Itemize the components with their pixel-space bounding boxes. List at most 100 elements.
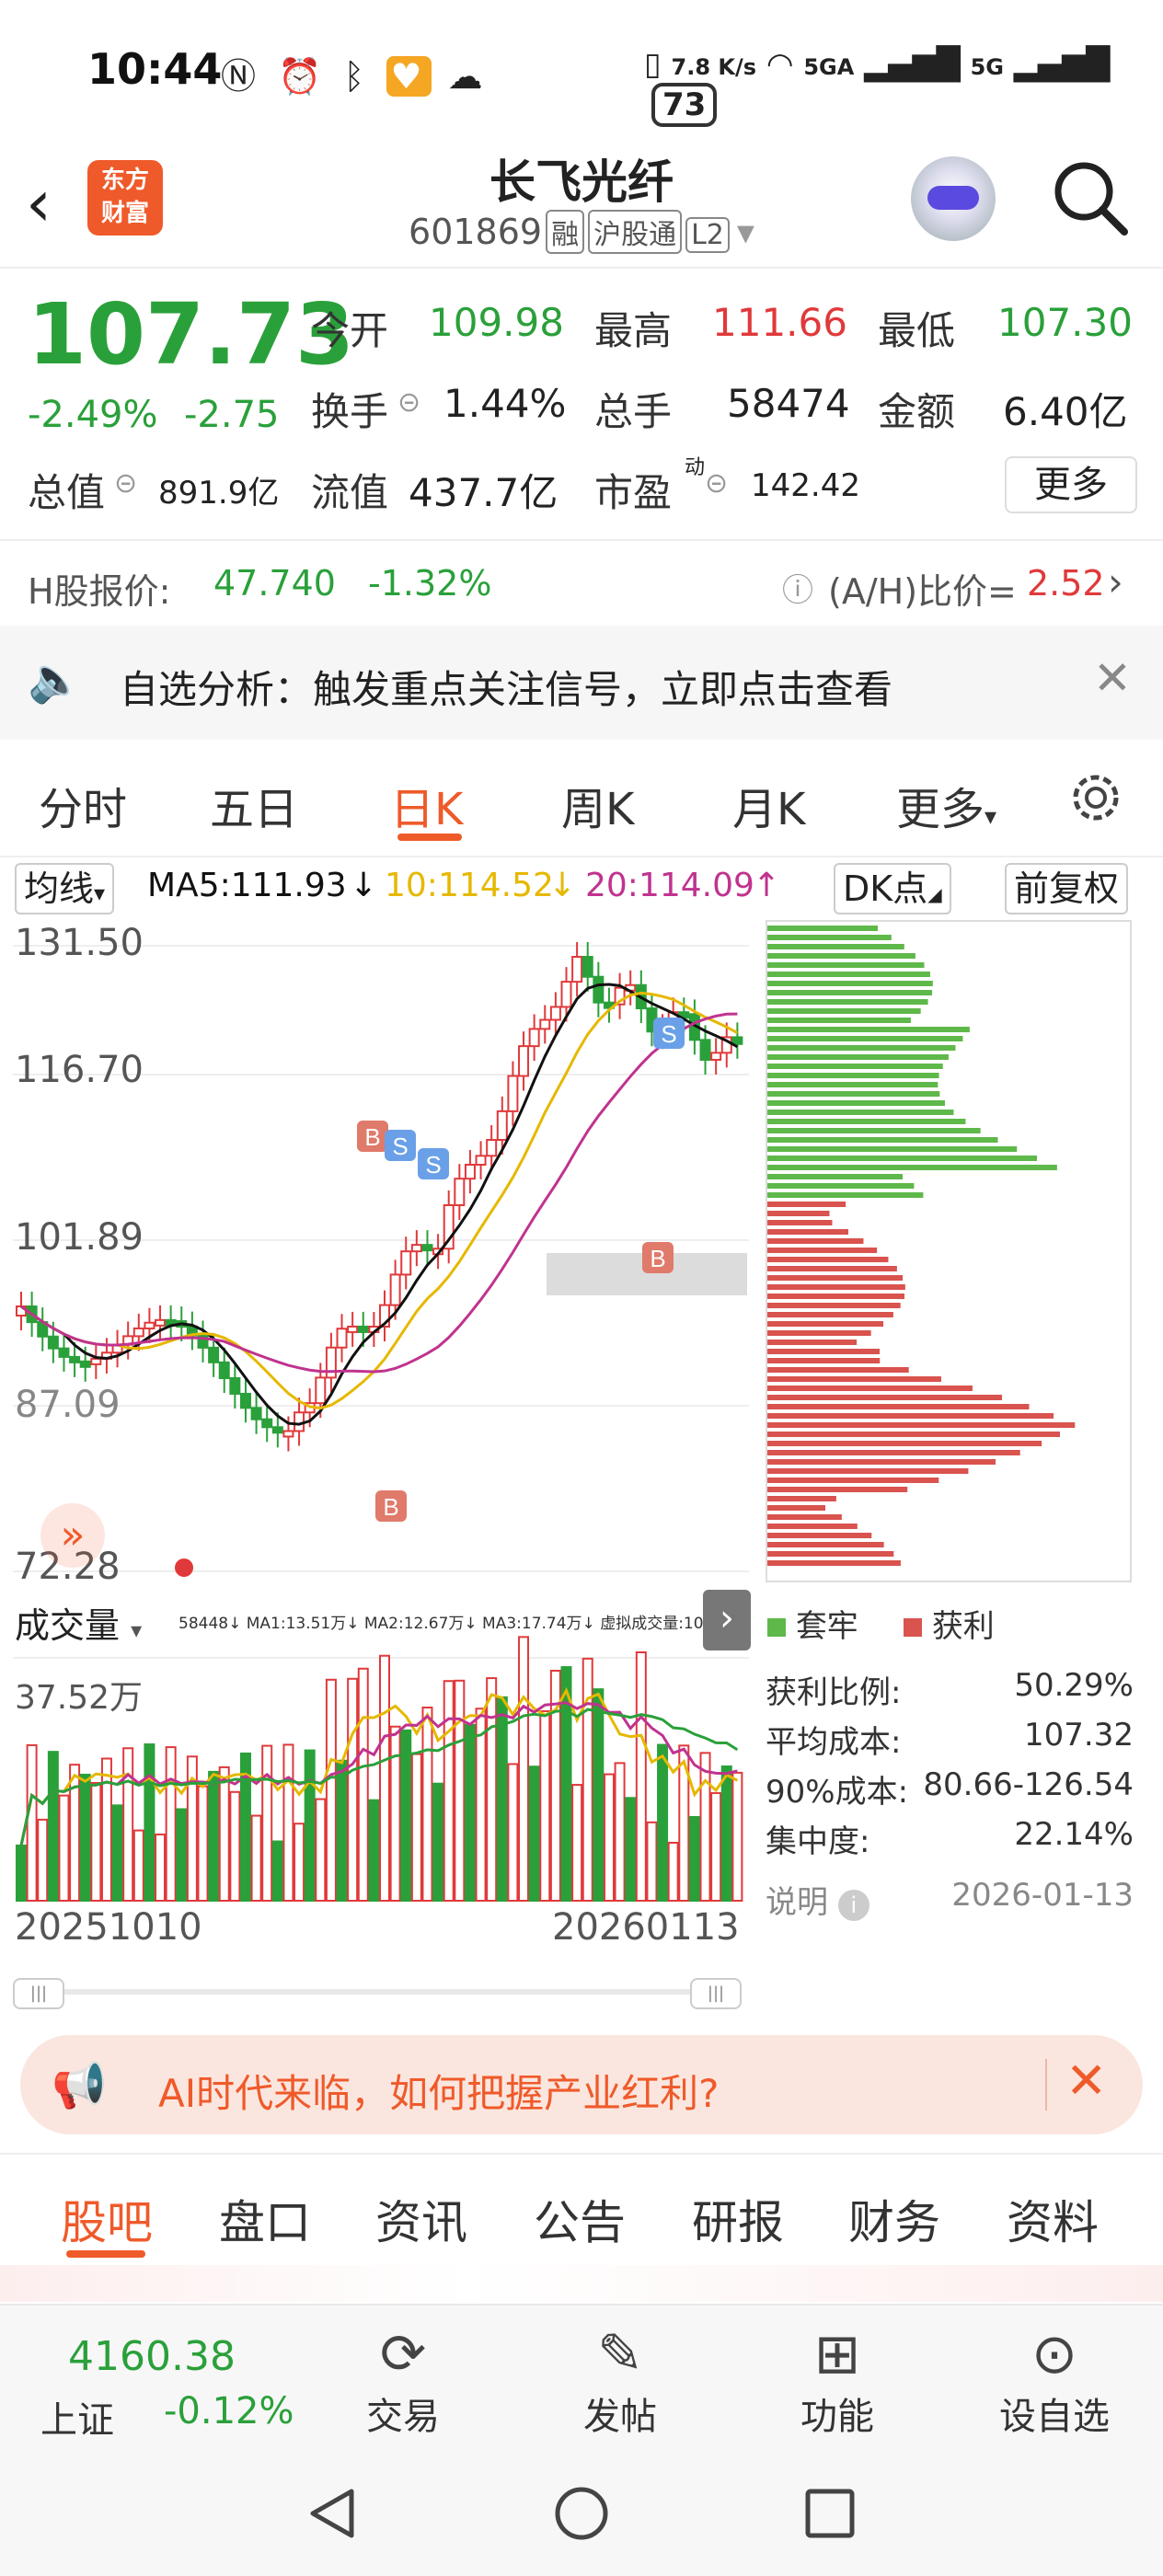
chip-bar (767, 1100, 946, 1106)
help-icon[interactable]: ⓘ (782, 565, 813, 610)
chip-bar (767, 1008, 921, 1014)
speaker-icon: 🔈 (28, 654, 83, 706)
volume-bar (625, 1797, 637, 1902)
amount-label: 金额 (878, 389, 956, 434)
tab-weekly-k[interactable]: 周K (561, 773, 634, 837)
volume-bar (325, 1678, 337, 1902)
chip-bar (767, 972, 930, 977)
candle-body (261, 1418, 273, 1429)
info-icon[interactable]: i (837, 1890, 869, 1921)
tab-5day[interactable]: 五日 (210, 773, 298, 837)
expand-arrows-icon[interactable]: » (40, 1503, 105, 1568)
functions-button[interactable]: ⊞ 功能 (764, 2322, 911, 2440)
chip-bar (767, 1202, 846, 1207)
settings-gear-icon[interactable] (1067, 769, 1124, 837)
chip-bar (767, 1073, 939, 1078)
volume-bar (197, 1785, 209, 1902)
ad-banner[interactable]: 📢 AI时代来临，如何把握产业红利? ✕ (20, 2035, 1143, 2134)
h-share-price: 47.740 (213, 563, 336, 604)
info-icon[interactable]: ⊝ (705, 467, 728, 500)
chip-bar (767, 1358, 881, 1363)
search-icon[interactable] (1049, 156, 1132, 239)
info-icon[interactable]: ⊝ (114, 467, 137, 500)
dk-button[interactable]: DK点◢ (834, 863, 951, 914)
volume-bar (16, 1845, 27, 1902)
kline-chart[interactable]: BSSSBB 131.50 116.70 101.89 87.09 72.28 … (13, 920, 749, 1590)
volume-bar (132, 1829, 144, 1902)
tab-announcements[interactable]: 公告 (534, 2186, 626, 2252)
chip-bar (767, 935, 892, 940)
signal-marker-label: S (425, 1151, 441, 1179)
candle-body (79, 1360, 91, 1368)
tab-news[interactable]: 资讯 (375, 2186, 467, 2252)
chip-row-value: 22.14% (1014, 1816, 1134, 1853)
nav-home-icon[interactable] (552, 2484, 611, 2543)
chip-bar (767, 1054, 949, 1060)
ma5-value: MA5:111.93 (147, 867, 347, 904)
cloud-icon: ☁ (447, 56, 489, 97)
candle-body (507, 1075, 519, 1112)
h-share-row[interactable]: H股报价: 47.740 -1.32% ⓘ (A/H)比价= 2.52 › (0, 539, 1163, 624)
index-value[interactable]: 4160.38 (68, 2333, 236, 2380)
tab-more[interactable]: 更多▾ (896, 773, 996, 837)
alert-banner[interactable]: 🔈 自选分析：触发重点关注信号，立即点击查看 ✕ (0, 626, 1163, 740)
chip-bar (767, 1422, 1076, 1428)
tab-profile[interactable]: 资料 (1007, 2186, 1099, 2252)
index-name: 上证 (40, 2399, 114, 2442)
assistant-robot-icon[interactable] (911, 156, 996, 241)
chip-row-value: 50.29% (1014, 1667, 1134, 1704)
chip-note-row[interactable]: 说明 i 2026-01-13 (766, 1877, 1134, 1922)
active-tab-indicator (66, 2250, 145, 2258)
more-button[interactable]: 更多 (1005, 456, 1137, 513)
nav-back-icon[interactable] (304, 2484, 363, 2543)
scroll-right-handle[interactable]: ||| (690, 1978, 742, 2009)
chip-bar (767, 1413, 1054, 1419)
tab-monthly-k[interactable]: 月K (732, 773, 805, 837)
nav-recents-icon[interactable] (800, 2484, 859, 2543)
tab-guba[interactable]: 股吧 (61, 2186, 153, 2252)
open-label: 今开 (311, 308, 389, 353)
tab-finance[interactable]: 财务 (848, 2186, 940, 2252)
chip-bar (767, 1551, 894, 1557)
net-speed: 7.8 K/s (671, 54, 757, 80)
connect-tag: 沪股通 (588, 210, 683, 254)
volume-bar (518, 1636, 530, 1903)
volume-bar (667, 1841, 679, 1903)
volume-bar (389, 1725, 401, 1902)
ma-selector[interactable]: 均线▾ (15, 863, 115, 914)
volume-bar (261, 1744, 273, 1902)
scroll-left-handle[interactable]: ||| (13, 1978, 64, 2009)
chip-bar (767, 1045, 956, 1051)
candle-body (271, 1426, 283, 1434)
grid-icon: ⊞ (813, 2322, 861, 2386)
trade-button[interactable]: ⟳ 交易 (329, 2322, 477, 2440)
candle-body (539, 1018, 551, 1030)
dropdown-icon[interactable]: ▾ (737, 212, 754, 252)
adjust-button[interactable]: 前复权 (1005, 863, 1129, 914)
close-icon[interactable]: ✕ (1093, 651, 1132, 705)
tab-fenshi[interactable]: 分时 (39, 773, 127, 837)
tab-pankou[interactable]: 盘口 (219, 2186, 311, 2252)
stock-code: 601869 (409, 212, 543, 252)
candle-body (421, 1244, 433, 1252)
candle-body (410, 1244, 422, 1253)
info-icon[interactable]: ⊝ (397, 386, 420, 419)
candle-body (518, 1045, 530, 1077)
tab-research[interactable]: 研报 (692, 2186, 784, 2252)
post-button[interactable]: ✎ 发帖 (547, 2322, 694, 2440)
volume-bar (582, 1657, 593, 1902)
volume-chart[interactable]: 成交量 ▾ 58448↓ MA1:13.51万↓ MA2:12.67万↓ MA3… (13, 1590, 751, 1949)
volume-bar (507, 1763, 519, 1902)
h-share-label: H股报价: (28, 571, 171, 612)
candle-body (90, 1357, 102, 1365)
chip-bar (767, 1018, 911, 1023)
volume-bar (304, 1749, 316, 1902)
candle-body (155, 1318, 167, 1327)
level2-tag: L2 (685, 217, 730, 253)
chart-scrollbar[interactable]: ||| ||| (13, 1974, 749, 2009)
tab-daily-k[interactable]: 日K (390, 773, 463, 837)
margin-tag: 融 (546, 210, 585, 254)
add-watchlist-button[interactable]: ⊙ 设自选 (981, 2322, 1128, 2440)
legend-hold: 套牢 (767, 1601, 858, 1646)
close-icon[interactable]: ✕ (1065, 2052, 1107, 2110)
